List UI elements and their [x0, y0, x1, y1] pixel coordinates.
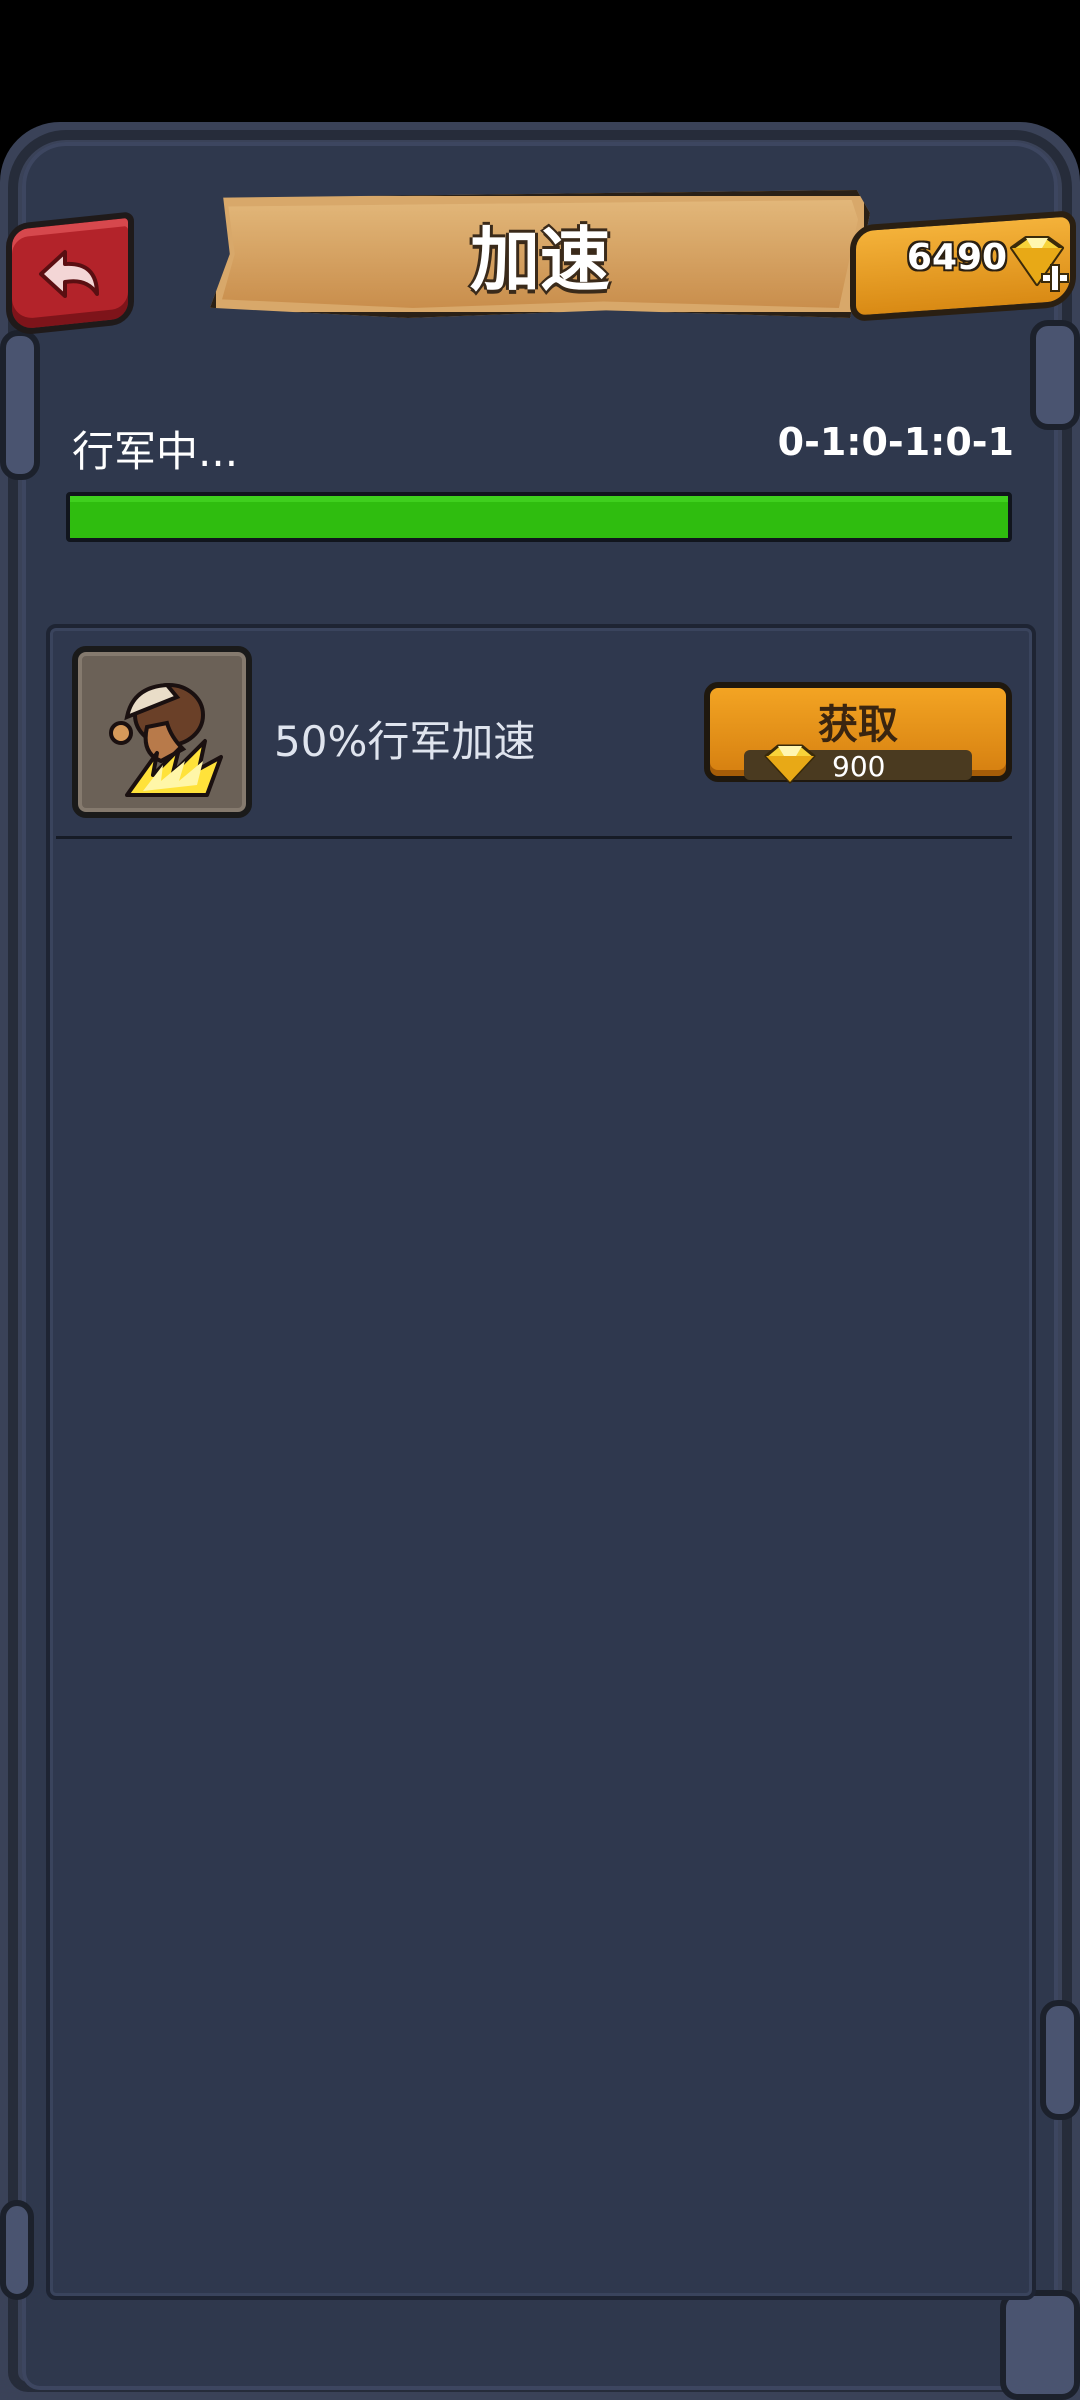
rock-decoration: [1040, 2000, 1080, 2120]
list-item: 50%行军加速 获取 900: [56, 632, 1016, 838]
march-status-label: 行军中...: [72, 427, 239, 476]
item-price: 900: [832, 750, 886, 783]
app-root: 加速 6490 行军中... 0-1:0-1:0-1 50%行军加速 获取 90…: [0, 0, 1080, 2400]
page-title: 加速: [470, 218, 610, 301]
item-label: 50%行军加速: [274, 717, 536, 766]
march-timer: 0-1:0-1:0-1: [777, 420, 1014, 464]
get-button-label: 获取: [818, 702, 898, 748]
item-icon-frame: [72, 646, 252, 818]
gem-count: 6490: [906, 236, 1008, 278]
get-button[interactable]: 获取 900: [704, 682, 1012, 784]
back-button[interactable]: [6, 211, 134, 337]
rock-decoration: [0, 2200, 34, 2300]
rock-decoration: [0, 330, 40, 480]
list-divider: [56, 836, 1012, 839]
back-arrow-icon: [39, 250, 99, 298]
diamond-icon: [764, 744, 816, 784]
rock-decoration: [1000, 2290, 1080, 2400]
diamond-icon: [1010, 236, 1069, 292]
speedup-list: [46, 624, 1036, 2300]
add-gems-button[interactable]: [1002, 234, 1072, 304]
march-progress-bar: [66, 492, 1012, 542]
march-progress-fill: [70, 496, 1008, 538]
march-speedup-icon: [109, 682, 223, 797]
rock-decoration: [1030, 320, 1080, 430]
